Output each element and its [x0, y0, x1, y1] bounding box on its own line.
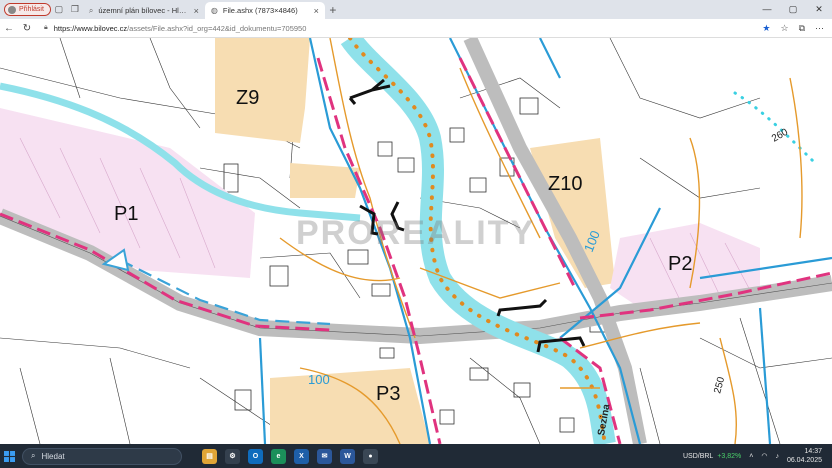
ticker-symbol: USD/BRL — [682, 452, 714, 460]
favorite-star-icon[interactable]: ★ — [762, 23, 770, 34]
file-explorer-icon[interactable]: ▤ — [202, 448, 217, 464]
wifi-icon[interactable]: ◠ — [761, 452, 767, 460]
taskbar-apps: ▤ ⚙ O e X ✉ W ● — [202, 448, 378, 464]
watermark: PROREALITY — [296, 214, 535, 252]
search-icon: ⌕ — [31, 451, 36, 460]
zone-p3-area — [270, 368, 430, 444]
globe-icon: ◍ — [210, 6, 218, 15]
minimize-icon[interactable]: — — [754, 4, 780, 15]
workspaces-icon[interactable]: ▢ — [51, 2, 67, 18]
clock-time: 14:37 — [804, 448, 822, 455]
clock-date: 06.04.2025 — [786, 457, 822, 464]
more-icon[interactable]: ⋯ — [815, 23, 824, 34]
avatar — [8, 5, 16, 14]
excel-icon[interactable]: X — [294, 448, 309, 464]
refresh-icon[interactable]: ↻ — [18, 23, 36, 34]
zone-z10-area — [530, 138, 615, 288]
system-tray: USD/BRL +3,82% ˄ ◠ ♪ 14:37 06.04.2025 — [683, 447, 822, 465]
cyan-dotted-line — [733, 91, 817, 165]
tab-title: File.ashx (7873×4846) — [222, 6, 298, 15]
app-icon[interactable]: ● — [363, 448, 378, 464]
edge-icon[interactable]: e — [271, 448, 286, 464]
maximize-icon[interactable]: ▢ — [780, 4, 806, 15]
windows-start-icon[interactable] — [0, 444, 18, 468]
tab-title: územní plán bílovec - Hledat — [98, 6, 189, 15]
close-window-icon[interactable]: ✕ — [806, 4, 832, 15]
url-host: https://www.bilovec.cz — [53, 23, 128, 33]
lock-icon[interactable]: 🔒︎ — [44, 24, 48, 32]
back-icon[interactable]: ← — [0, 23, 18, 34]
address-bar: ← ↻ 🔒︎ https://www.bilovec.cz/assets/Fil… — [0, 19, 832, 38]
window-controls: — ▢ ✕ — [754, 4, 832, 15]
currency-ticker[interactable]: USD/BRL +3,82% — [683, 453, 741, 460]
tab-file[interactable]: ◍ File.ashx (7873×4846) × — [204, 2, 325, 19]
outlook-icon[interactable]: O — [248, 448, 263, 464]
contour-label-100: 100 — [308, 372, 330, 387]
collections-icon[interactable]: ⧉ — [799, 23, 805, 34]
close-icon[interactable]: × — [194, 6, 199, 16]
zoning-map[interactable]: Z9 Z10 P1 P2 P3 100 100 250 260 Sezina P… — [0, 38, 832, 444]
url-field[interactable]: 🔒︎ https://www.bilovec.cz/assets/File.as… — [44, 24, 762, 33]
favorites-icon[interactable]: ☆ — [780, 23, 788, 34]
toolbar-icons: ★ ☆ ⧉ ⋯ — [762, 23, 824, 34]
mail-icon[interactable]: ✉ — [317, 448, 332, 464]
zone-label-z10: Z10 — [548, 173, 582, 195]
profile-button[interactable]: Přihlásit — [4, 3, 51, 16]
zone-label-p3: P3 — [376, 383, 400, 405]
ticker-change: +3,82% — [717, 452, 742, 460]
contour-label-260: 260 — [770, 127, 790, 145]
profile-label: Přihlásit — [19, 6, 44, 13]
search-placeholder: Hledat — [41, 451, 65, 461]
new-tab-icon[interactable]: + — [325, 2, 341, 18]
taskbar-search-input[interactable]: ⌕ Hledat — [22, 447, 182, 465]
settings-gear-icon[interactable]: ⚙ — [225, 448, 240, 464]
word-icon[interactable]: W — [340, 448, 355, 464]
map-canvas: Z9 Z10 P1 P2 P3 100 100 250 260 Sezina P… — [0, 38, 832, 444]
zone-z9-area — [215, 38, 310, 143]
search-tab-icon: ⌕ — [88, 5, 94, 15]
zone-label-p2: P2 — [668, 253, 692, 275]
url-path: /assets/File.ashx?id_org=442&id_dokument… — [127, 23, 307, 33]
taskbar: ⌕ Hledat ▤ ⚙ O e X ✉ W ● USD/BRL +3,82% … — [0, 444, 832, 468]
volume-icon[interactable]: ♪ — [775, 453, 779, 460]
browser-tab-bar: Přihlásit ▢ ❐ ⌕ územní plán bílovec - Hl… — [0, 0, 832, 19]
chevron-up-icon[interactable]: ˄ — [749, 453, 753, 460]
zone-label-p1: P1 — [114, 203, 138, 225]
contour-label-250: 250 — [712, 375, 727, 394]
close-icon[interactable]: × — [314, 6, 319, 16]
zone-label-z9: Z9 — [236, 87, 259, 109]
tab-actions-icon[interactable]: ❐ — [67, 2, 83, 18]
clock[interactable]: 14:37 06.04.2025 — [787, 447, 822, 465]
tab-search[interactable]: ⌕ územní plán bílovec - Hledat × — [83, 2, 205, 19]
